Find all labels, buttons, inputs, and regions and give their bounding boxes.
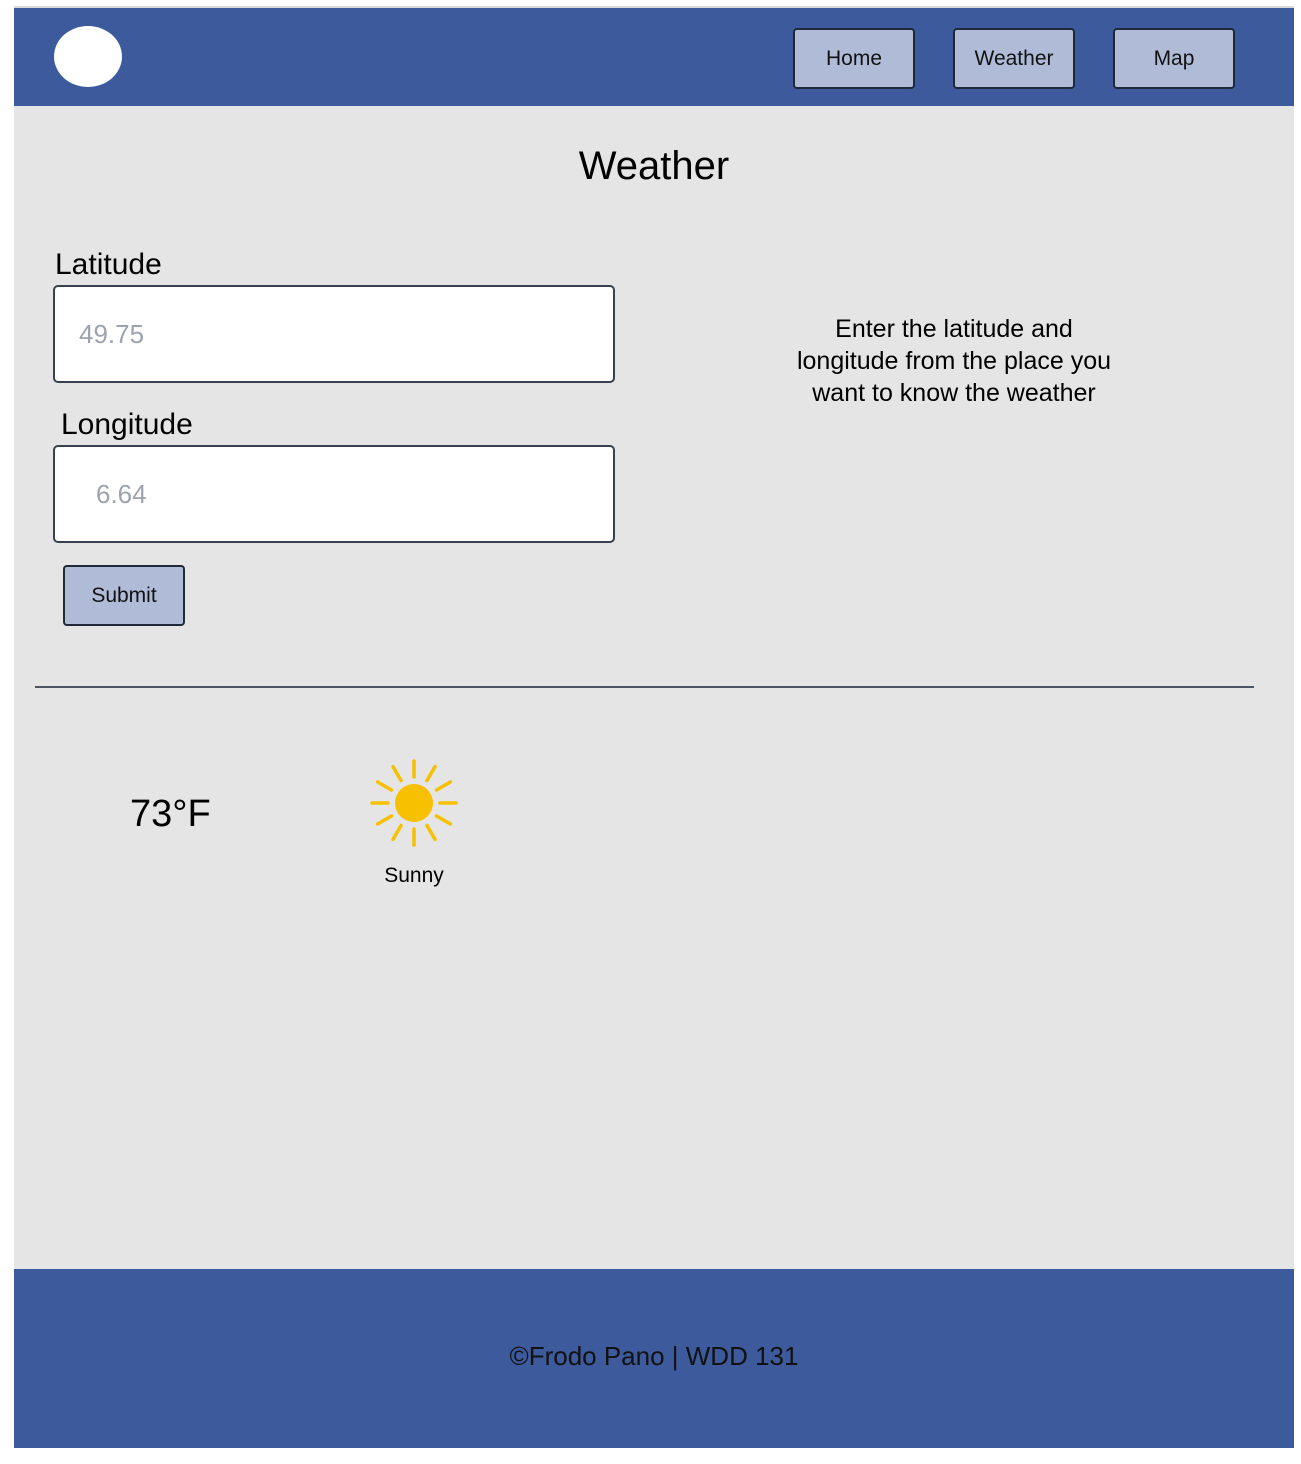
nav-weather-button[interactable]: Weather [953,28,1075,89]
nav-map-button[interactable]: Map [1113,28,1235,89]
logo[interactable] [54,26,122,87]
temperature-value: 73°F [130,793,211,835]
longitude-label: Longitude [61,408,193,441]
longitude-input[interactable] [53,445,615,543]
site-footer: ©Frodo Pano | WDD 131 [14,1269,1294,1448]
nav-home-button[interactable]: Home [793,28,915,89]
site-header: Home Weather Map [14,8,1294,106]
latitude-input[interactable] [53,285,615,383]
sun-icon [370,759,458,847]
instructions-text: Enter the latitude and longitude from th… [796,315,1112,407]
page-title: Weather [578,144,730,188]
weather-condition: Sunny [384,864,444,887]
footer-copyright: ©Frodo Pano | WDD 131 [509,1341,799,1371]
submit-button[interactable]: Submit [63,565,185,626]
latitude-label: Latitude [55,248,162,281]
page-frame: Home Weather Map Weather Latitude Longit… [14,8,1294,1448]
section-divider [35,686,1254,688]
